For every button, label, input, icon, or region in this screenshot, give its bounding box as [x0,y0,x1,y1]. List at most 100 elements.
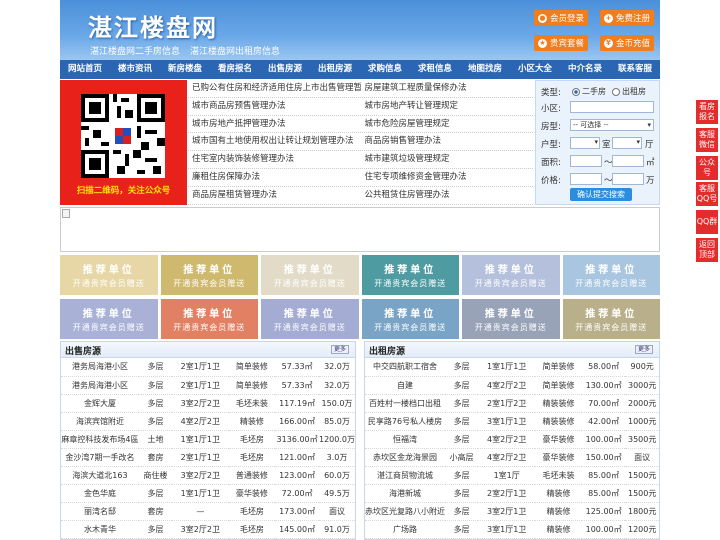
policy-link[interactable]: 商品房销售管理办法 [361,133,534,150]
house-type-select[interactable]: -- 可选择 -- ▾ [570,119,654,131]
table-row[interactable]: 港务局海港小区 多层 2室1厅1卫 简单装修 57.33㎡ 32.0万 [61,358,355,377]
table-row[interactable]: 广场路 多层 3室1厅1卫 精装修 100.00㎡ 1200元 [365,520,659,540]
side-wechat[interactable]: 客服微信 [696,128,718,152]
policy-link[interactable]: 房屋建筑工程质量保修办法 [361,80,534,97]
price-max-input[interactable] [612,173,644,185]
nav-map[interactable]: 地图找房 [460,60,510,79]
policy-link[interactable]: 住宅室内装饰装修管理办法 [188,151,361,168]
nav-viewing-signup[interactable]: 看房报名 [210,60,260,79]
table-row[interactable]: 百姓村一楼档口出租 多层 2室1厅2卫 精装装修 70.00㎡ 2000元 [365,394,659,413]
table-cell[interactable]: 丽湾名邸 [61,502,139,522]
room-select[interactable]: ▾ [570,137,600,149]
table-cell[interactable]: 赤坎区金龙海景园 [365,448,445,468]
search-submit-button[interactable]: 确认提交搜索 [570,188,632,201]
table-row[interactable]: 海滨大道北163 商住楼 3室2厅2卫 普通装修 123.00㎡ 60.0万 [61,466,355,486]
nav-agents[interactable]: 中介名录 [560,60,610,79]
promo-tile[interactable]: 推荐单位 开通贵宾会员赠送 [261,255,359,295]
table-cell[interactable]: 湛江商贸物流城 [365,466,445,486]
more-link[interactable]: 更多 [331,345,349,354]
price-min-input[interactable] [570,173,602,185]
promo-tile[interactable]: 推荐单位 开通贵宾会员赠送 [160,255,258,295]
hall-select[interactable]: ▾ [612,137,642,149]
policy-link[interactable]: 住宅专项维修资金管理办法 [361,169,534,186]
table-cell[interactable]: 海滨大道北163 [61,466,139,486]
table-cell[interactable]: 金沙湾7期一手改名 [61,448,139,468]
table-cell[interactable]: 赤坎区光复路八小附近 [365,502,445,522]
policy-link[interactable]: 城市建筑垃圾管理规定 [361,151,534,168]
nav-news[interactable]: 楼市资讯 [110,60,160,79]
table-cell[interactable]: 海滨宾馆附近 [61,412,139,431]
login-button[interactable]: ● 会员登录 [534,10,588,26]
table-row[interactable]: 海滨宾馆附近 多层 4室2厅2卫 精装修 166.00㎡ 85.0万 [61,412,355,431]
table-row[interactable]: 丽湾名邸 套房 — 毛坯房 173.00㎡ 面议 [61,502,355,522]
table-row[interactable]: 港务局海港小区 多层 2室1厅1卫 简单装修 57.33㎡ 32.0万 [61,376,355,395]
community-input[interactable] [570,101,654,113]
policy-link[interactable]: 城市房地产抵押管理办法 [188,116,361,133]
more-link[interactable]: 更多 [635,345,653,354]
table-row[interactable]: 湛江商贸物流城 多层 1室1厅 毛坯未装 85.00㎡ 1500元 [365,466,659,486]
nav-wanted-rent[interactable]: 求租信息 [410,60,460,79]
table-row[interactable]: 金沙湾7期一手改名 套房 2室1厅1卫 毛坯房 121.00㎡ 3.0万 [61,448,355,468]
table-cell[interactable]: 麻章控科技发布场4區 [61,430,139,449]
table-row[interactable]: 赤坎区光复路八小附近 多层 3室2厅1卫 精装修 125.00㎡ 1800元 [365,502,659,522]
table-row[interactable]: 水木青华 多层 3室2厅2卫 毛坯房 145.00㎡ 91.0万 [61,520,355,540]
vip-package-button[interactable]: ★ 贵宾套餐 [534,35,588,51]
table-cell[interactable]: 金色华庭 [61,484,139,504]
table-cell[interactable]: 民享路76号私人楼房 [365,412,445,431]
policy-link[interactable]: 城市危险房屋管理规定 [361,116,534,133]
coin-recharge-button[interactable]: ¥ 金币充值 [600,35,654,51]
table-cell[interactable]: 港务局海港小区 [61,358,139,377]
side-qq[interactable]: 客服QQ号 [696,182,718,206]
size-min-input[interactable] [570,155,602,167]
nav-rent[interactable]: 出租房源 [310,60,360,79]
table-cell[interactable]: 恒福湾 [365,430,445,449]
promo-tile[interactable]: 推荐单位 开通贵宾会员赠送 [160,299,258,339]
side-qq-group[interactable]: QQ群 [696,210,718,234]
promo-tile[interactable]: 推荐单位 开通贵宾会员赠送 [361,255,459,295]
table-cell[interactable]: 港务局海港小区 [61,376,139,395]
ad-banner[interactable] [60,207,660,252]
radio-rental[interactable]: 出租房 [612,86,646,97]
nav-contact[interactable]: 联系客服 [610,60,660,79]
promo-tile[interactable]: 推荐单位 开通贵宾会员赠送 [261,299,359,339]
table-cell[interactable]: 金辉大厦 [61,394,139,413]
table-cell[interactable]: 百姓村一楼档口出租 [365,394,445,413]
table-row[interactable]: 赤坎区金龙海景园 小高层 4室2厅2卫 豪华装修 150.00㎡ 面议 [365,448,659,468]
table-row[interactable]: 恒福湾 多层 4室2厅2卫 豪华装修 100.00㎡ 3500元 [365,430,659,449]
register-button[interactable]: + 免费注册 [600,10,654,26]
table-row[interactable]: 民享路76号私人楼房 多层 3室1厅1卫 精装装修 42.00㎡ 1000元 [365,412,659,431]
promo-tile[interactable]: 推荐单位 开通贵宾会员赠送 [60,255,158,295]
policy-link[interactable]: 城市国有土地使用权出让转让规划管理办法 [188,133,361,150]
table-cell[interactable]: 中交四航职工宿舍 [365,358,445,377]
side-official-account[interactable]: 公众号 [696,156,718,180]
nav-home[interactable]: 网站首页 [60,60,110,79]
promo-tile[interactable]: 推荐单位 开通贵宾会员赠送 [361,299,459,339]
nav-sale[interactable]: 出售房源 [260,60,310,79]
table-cell[interactable]: 水木青华 [61,520,139,540]
promo-tile[interactable]: 推荐单位 开通贵宾会员赠送 [60,299,158,339]
table-row[interactable]: 中交四航职工宿舍 多层 1室1厅1卫 简单装修 58.00㎡ 900元 [365,358,659,377]
promo-tile[interactable]: 推荐单位 开通贵宾会员赠送 [462,255,560,295]
sub-link-resale[interactable]: 湛江楼盘网二手房信息 [90,47,180,57]
policy-link[interactable]: 城市商品房预售管理办法 [188,98,361,115]
policy-link[interactable]: 廉租住房保障办法 [188,169,361,186]
table-cell[interactable]: 自建 [365,376,445,395]
table-cell[interactable]: 广场路 [365,520,445,540]
table-row[interactable]: 金辉大厦 多层 3室2厅2卫 毛坯未装 117.19㎡ 150.0万 [61,394,355,413]
side-back-to-top[interactable]: 返回顶部 [696,238,718,262]
policy-link[interactable]: 城市房地产转让管理规定 [361,98,534,115]
nav-wanted-buy[interactable]: 求购信息 [360,60,410,79]
table-row[interactable]: 自建 多层 4室2厅2卫 简单装修 130.00㎡ 3000元 [365,376,659,395]
table-row[interactable]: 麻章控科技发布场4區 土地 1室1厅1卫 毛坯房 3136.00㎡ 1200.0万 [61,430,355,449]
table-row[interactable]: 金色华庭 多层 1室1厅1卫 豪华装修 72.00㎡ 49.5万 [61,484,355,504]
promo-tile[interactable]: 推荐单位 开通贵宾会员赠送 [562,299,660,339]
radio-resale[interactable]: 二手房 [572,86,606,97]
side-viewing-signup[interactable]: 看房报名 [696,100,718,124]
table-cell[interactable]: 海港新城 [365,484,445,504]
policy-link[interactable]: 公共租赁住房管理办法 [361,187,534,204]
promo-tile[interactable]: 推荐单位 开通贵宾会员赠送 [562,255,660,295]
site-logo[interactable]: 湛江楼盘网 [88,8,218,43]
policy-link[interactable]: 已购公有住房和经济适用住房上市出售管理暂 [188,80,361,97]
promo-tile[interactable]: 推荐单位 开通贵宾会员赠送 [462,299,560,339]
policy-link[interactable]: 商品房屋租赁管理办法 [188,187,361,204]
